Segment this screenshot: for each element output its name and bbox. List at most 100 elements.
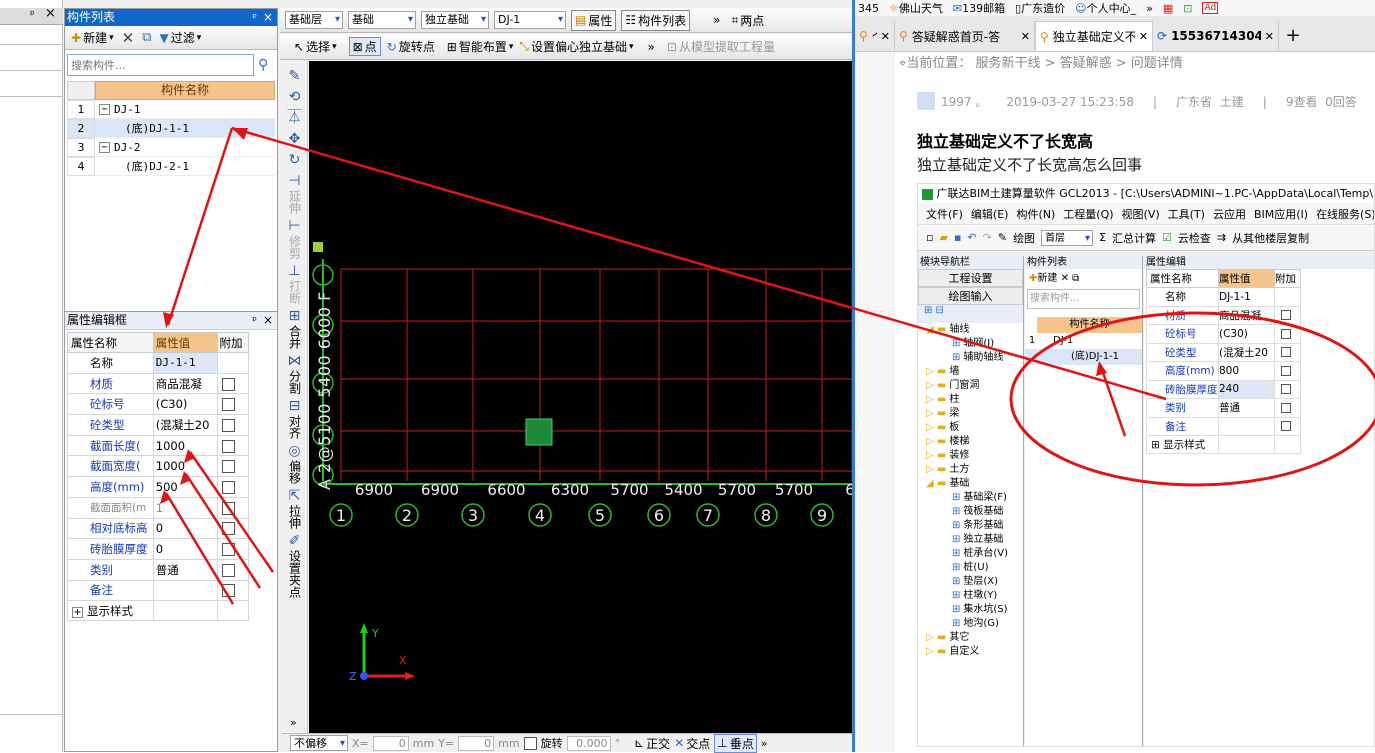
property-row[interactable]: 材质 商品混凝 xyxy=(67,372,249,395)
browser-tab[interactable]: ⚲ 答疑解惑首页-答 ✕ xyxy=(895,21,1035,51)
component-row[interactable]: 2 (底)DJ-1-1 xyxy=(67,119,275,138)
rotate-checkbox[interactable] xyxy=(523,736,537,750)
search-icon[interactable]: ⚲ xyxy=(258,57,268,73)
property-value[interactable]: 0 xyxy=(152,517,218,540)
collapse-toggle-icon[interactable]: − xyxy=(99,103,110,115)
tool-button[interactable]: ⊥ 打断 xyxy=(281,262,309,304)
copy-icon[interactable]: ⧉ xyxy=(142,30,151,45)
property-value[interactable]: 1 xyxy=(152,496,218,519)
tool-button[interactable]: ↻ xyxy=(289,151,301,169)
extra-checkbox[interactable] xyxy=(221,543,235,557)
layer-select[interactable]: 基础层 xyxy=(285,11,343,29)
property-value[interactable]: 普通 xyxy=(152,558,218,581)
more-icon[interactable]: » xyxy=(648,40,655,54)
pin-icon[interactable]: ᵖ xyxy=(252,9,257,26)
component-search-input[interactable] xyxy=(67,54,254,76)
type-select[interactable]: 基础 xyxy=(348,11,416,29)
smart-layout-button[interactable]: ⊞ 智能布置 ▾ xyxy=(447,38,514,55)
intersection-button[interactable]: ✕ 交点 xyxy=(674,735,710,752)
property-value[interactable]: 1000 xyxy=(152,455,218,478)
y-input[interactable]: 0 xyxy=(458,735,495,751)
component-row[interactable]: 3− DJ-2 xyxy=(67,138,275,157)
component-row[interactable]: 4 (底)DJ-2-1 xyxy=(67,157,275,176)
extra-checkbox[interactable] xyxy=(221,377,235,391)
bookmark-item[interactable]: ☼佛山天气 xyxy=(889,0,943,16)
offset-foundation-button[interactable]: ⤡ 设置偏心独立基础 ▾ xyxy=(519,38,633,55)
embedded-screenshot[interactable]: 广联达BIM土建算量软件 GCL2013 - [C:\Users\ADMINI~… xyxy=(917,183,1375,747)
property-row[interactable]: 截面面积(m 1 xyxy=(67,496,249,519)
tool-button[interactable]: ⊟ 对齐 xyxy=(281,397,309,439)
tool-button[interactable]: ⇱ 拉伸 xyxy=(281,487,309,529)
tool-button[interactable]: ✥ xyxy=(289,130,301,148)
close-icon[interactable]: × xyxy=(263,312,273,329)
browser-tab[interactable]: ⚲ 个主 ✕ xyxy=(855,21,895,51)
property-value[interactable]: 商品混凝 xyxy=(152,372,218,395)
tool-button[interactable]: ⏄ xyxy=(288,109,302,127)
tool-button[interactable]: ◎ 偏移 xyxy=(281,442,309,484)
property-row[interactable]: 名称 DJ-1-1 xyxy=(67,352,249,374)
property-row[interactable]: 类别 普通 xyxy=(67,558,249,581)
extra-checkbox[interactable] xyxy=(221,501,235,515)
delete-icon[interactable]: ✕ xyxy=(122,29,135,47)
tool-button[interactable]: ⟲ xyxy=(289,88,301,106)
bookmark-item[interactable]: ▯广东造价 xyxy=(1015,0,1065,16)
tool-button[interactable]: ⊢ 修剪 xyxy=(281,217,309,259)
extract-quantity-button[interactable]: ⊡ 从模型提取工程量 xyxy=(667,38,775,55)
extra-checkbox[interactable] xyxy=(221,563,235,577)
property-value[interactable]: (混凝土20 xyxy=(152,414,218,436)
perpendicular-button[interactable]: ⊥ 垂点 xyxy=(714,733,757,753)
more-icon[interactable]: » xyxy=(713,13,720,27)
new-button[interactable]: ✚ 新建 ▾ xyxy=(71,29,114,46)
property-row[interactable]: 砼标号 (C30) xyxy=(67,393,249,416)
display-style-row[interactable]: + 显示样式 xyxy=(67,600,249,622)
component-select[interactable]: DJ-1 xyxy=(494,11,566,29)
bookmarks-more[interactable]: » xyxy=(1146,2,1153,15)
property-row[interactable]: 截面长度(1000 xyxy=(67,434,249,457)
property-row[interactable]: 砖胎膜厚度 0 xyxy=(67,538,249,560)
ad-icon[interactable]: Ad xyxy=(1202,2,1219,14)
extension-icon[interactable]: ⊡ xyxy=(1183,2,1192,15)
select-button[interactable]: ↖ 选择 ▾ xyxy=(294,38,337,55)
extra-checkbox[interactable] xyxy=(221,418,235,432)
property-value[interactable]: 0 xyxy=(152,538,218,560)
property-value[interactable]: DJ-1-1 xyxy=(152,352,218,374)
new-tab-button[interactable]: + xyxy=(1279,21,1307,51)
tab-close-icon[interactable]: ✕ xyxy=(1265,30,1274,43)
bookmark-item[interactable]: ☺个人中心_ xyxy=(1075,0,1136,16)
component-list-button[interactable]: ☷ 构件列表 xyxy=(621,9,691,31)
attribute-button[interactable]: ▤ 属性 xyxy=(571,9,617,31)
component-row[interactable]: 1− DJ-1 xyxy=(67,100,275,119)
foundation-block[interactable] xyxy=(525,418,553,446)
two-point-button[interactable]: ⌗ 两点 xyxy=(731,12,764,29)
drawing-canvas[interactable]: 1 2 3 4 5 6 7 8 9 6900 6900 6600 6300 5700 5400 5700 570… xyxy=(309,61,852,733)
tool-button[interactable]: ⋈ 分割 xyxy=(281,352,309,394)
filter-button[interactable]: ▼ 过滤 ▾ xyxy=(159,29,201,46)
property-value[interactable]: 500 xyxy=(152,476,218,498)
avatar[interactable] xyxy=(917,92,935,110)
expand-icon[interactable]: + xyxy=(72,606,83,618)
extra-checkbox[interactable] xyxy=(221,398,235,412)
property-row[interactable]: 截面宽度(1000 xyxy=(67,455,249,478)
more-icon[interactable]: » xyxy=(761,737,768,750)
extra-checkbox[interactable] xyxy=(221,522,235,536)
property-row[interactable]: 相对底标高 0 xyxy=(67,517,249,540)
pin-icon[interactable]: ᵖ xyxy=(30,8,35,21)
close-icon[interactable]: × xyxy=(263,9,273,26)
ortho-button[interactable]: ⊾ 正交 xyxy=(634,735,670,752)
pin-icon[interactable]: ᵖ xyxy=(252,312,257,329)
extra-checkbox[interactable] xyxy=(221,584,235,598)
property-value[interactable]: (C30) xyxy=(152,393,218,416)
bookmark-item[interactable]: ✉139邮箱 xyxy=(953,0,1005,16)
tool-button[interactable]: ⊣ 延伸 xyxy=(281,172,309,214)
extra-checkbox[interactable] xyxy=(221,439,235,453)
tab-close-icon[interactable]: ✕ xyxy=(1139,30,1148,43)
rotate-point-button[interactable]: ↻ 旋转点 xyxy=(387,38,435,55)
property-row[interactable]: 备注 xyxy=(67,579,249,602)
property-value[interactable]: 1000 xyxy=(152,434,218,457)
extra-checkbox[interactable] xyxy=(221,480,235,494)
property-row[interactable]: 砼类型 (混凝土20 xyxy=(67,414,249,436)
tab-close-icon[interactable]: ✕ xyxy=(1021,30,1030,43)
collapse-toggle-icon[interactable]: − xyxy=(99,141,110,153)
point-button[interactable]: ⊠ 点 xyxy=(348,37,381,56)
x-input[interactable]: 0 xyxy=(372,735,409,751)
